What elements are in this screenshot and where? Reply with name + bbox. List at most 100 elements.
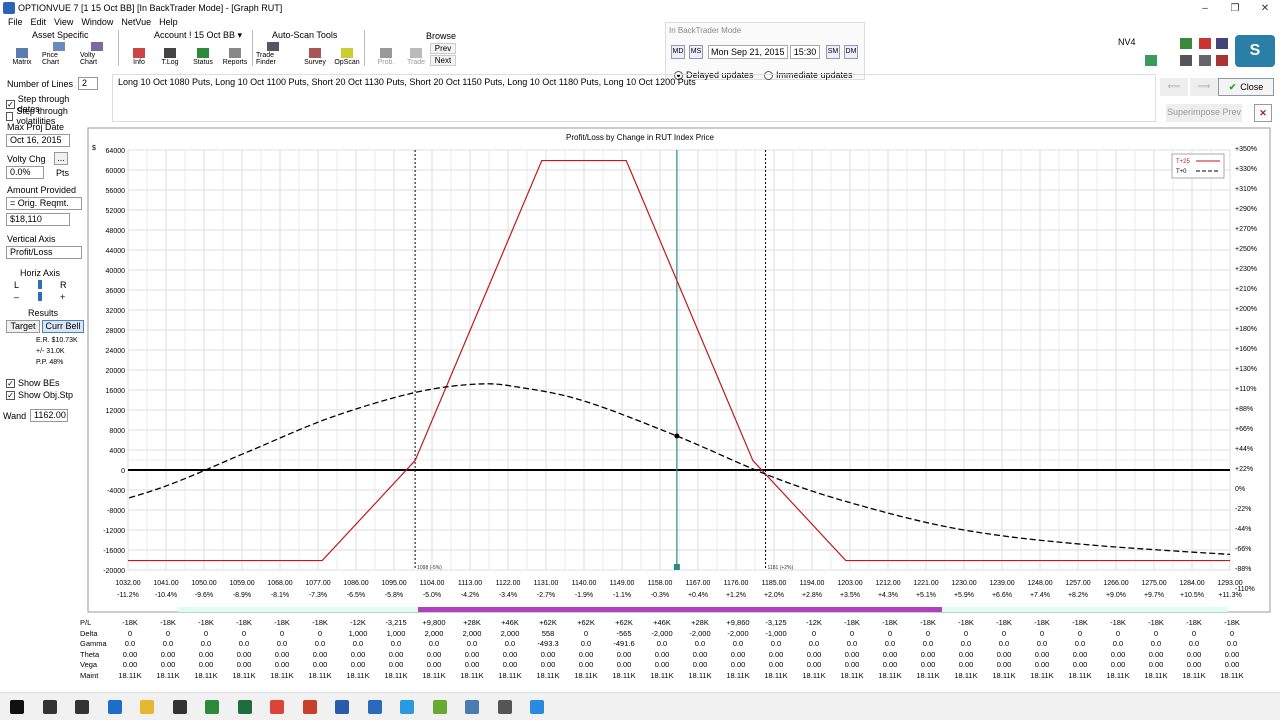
table-cell: +28K — [691, 618, 709, 627]
table-cell: 0.0 — [846, 639, 858, 648]
skype-icon[interactable] — [400, 700, 414, 714]
search-icon[interactable] — [42, 700, 57, 714]
table-cell: 18.11K — [802, 670, 826, 680]
x-tick-pct-label: -11.2% — [117, 592, 139, 599]
y-tick-label: 48000 — [106, 228, 126, 235]
table-cell: 18.11K — [650, 670, 674, 680]
x-tick-pct-label: -7.3% — [309, 592, 327, 599]
x-tick-label: 1122.00 — [496, 580, 521, 587]
table-cell: -12K — [806, 618, 822, 627]
x-tick-label: 1185.00 — [762, 580, 787, 587]
table-cell: 0.00 — [806, 660, 822, 669]
table-cell: -18K — [274, 618, 290, 627]
x-tick-label: 1176.00 — [724, 580, 749, 587]
chrome-icon[interactable] — [270, 700, 284, 714]
table-cell: -3,125 — [765, 618, 787, 627]
x-tick-label: 1041.00 — [153, 580, 178, 587]
table-cell: 0.0 — [884, 639, 896, 648]
table-cell: 0.00 — [426, 649, 442, 659]
y-tick-label-right: +330% — [1235, 166, 1257, 173]
table-row-label: Delta — [80, 628, 98, 638]
x-tick-pct-label: +2.8% — [802, 592, 822, 599]
explorer-icon[interactable] — [140, 700, 154, 714]
x-tick-pct-label: +5.9% — [954, 592, 974, 599]
table-row: Gamma 0.0 0.0 0.0 0.0 0.0 0.0 0.0 0.0 0.0 0.0 0.0 -4… — [80, 639, 1250, 649]
table-cell: 0.00 — [198, 649, 214, 659]
x-tick-label: 1239.00 — [989, 580, 1014, 587]
table-cell: 0 — [203, 628, 209, 638]
table-cell: 18.11K — [270, 670, 294, 680]
taskview-icon[interactable] — [75, 700, 89, 714]
table-cell: 0 — [925, 628, 931, 638]
y-tick-label-right: +230% — [1235, 266, 1257, 273]
edge-icon[interactable] — [107, 700, 122, 714]
table-cell: 0.0 — [162, 639, 174, 648]
table-cell: 0 — [1153, 628, 1159, 638]
table-cell: 18.11K — [612, 670, 636, 680]
x-tick-label: 1293.00 — [1217, 580, 1242, 587]
pl-chart[interactable]: 6400060000560005200048000440004000036000… — [0, 0, 1280, 720]
table-cell: 0.0 — [580, 639, 592, 648]
scrollbar-thumb[interactable] — [418, 607, 942, 612]
table-cell: 0 — [241, 628, 247, 638]
store-icon[interactable] — [172, 700, 187, 714]
table-cell: -18K — [882, 618, 898, 627]
x-tick-pct-label: -3.4% — [499, 592, 517, 599]
x-tick-label: 1086.00 — [343, 580, 368, 587]
table-cell: 0 — [317, 628, 323, 638]
y-axis-label: $ — [92, 145, 96, 152]
x-tick-pct-label: +9.0% — [1106, 592, 1126, 599]
snowflake-icon[interactable] — [530, 700, 544, 714]
x-tick-pct-label: -1.1% — [613, 592, 631, 599]
table-cell: 0.00 — [654, 660, 670, 669]
outlook-icon[interactable] — [367, 700, 382, 714]
table-cell: 0.00 — [236, 660, 252, 669]
x-tick-label: 1212.00 — [875, 580, 900, 587]
app2-icon[interactable] — [465, 700, 479, 714]
settings-icon[interactable] — [497, 700, 512, 714]
table-cell: 0.0 — [808, 639, 820, 648]
excel-green-icon[interactable] — [205, 700, 219, 714]
app-icon[interactable] — [432, 700, 447, 714]
y-tick-label: 64000 — [106, 148, 126, 155]
table-cell: 18.11K — [194, 670, 218, 680]
table-cell: -18K — [1110, 618, 1126, 627]
table-cell: 0.00 — [844, 660, 860, 669]
current-price-marker — [673, 564, 680, 570]
excel-icon[interactable] — [237, 700, 252, 714]
y-tick-label: 16000 — [106, 388, 126, 395]
table-cell: 0.0 — [314, 639, 326, 648]
powerpoint-icon[interactable] — [302, 700, 317, 714]
table-cell: 18.11K — [764, 670, 788, 680]
table-cell: +9,800 — [422, 618, 446, 627]
x-tick-label: 1140.00 — [572, 580, 597, 587]
x-tick-label: 1248.00 — [1027, 580, 1052, 587]
x-tick-pct-label: -8.9% — [233, 592, 251, 599]
y-tick-label-right: +180% — [1235, 326, 1257, 333]
table-cell: 18.11K — [1220, 670, 1244, 680]
x-tick-label: 1266.00 — [1103, 580, 1128, 587]
x-tick-pct-label: +7.4% — [1030, 592, 1050, 599]
table-cell: 0.00 — [920, 660, 936, 669]
table-cell: 0.0 — [124, 639, 136, 648]
table-cell: 0.00 — [160, 660, 176, 669]
table-cell: 18.11K — [688, 670, 712, 680]
table-cell: 0.00 — [692, 660, 708, 669]
x-tick-label: 1059.00 — [229, 580, 254, 587]
start-icon[interactable] — [10, 700, 24, 714]
table-cell: 18.11K — [346, 670, 370, 680]
table-cell: -18K — [844, 618, 860, 627]
word-icon[interactable] — [335, 700, 349, 714]
chart-scrollbar[interactable] — [178, 607, 1228, 612]
y-tick-label: 56000 — [106, 188, 126, 195]
table-cell: 0.00 — [312, 649, 328, 659]
table-cell: -18K — [958, 618, 974, 627]
table-cell: 0.0 — [1074, 639, 1086, 648]
table-cell: 2,000 — [500, 628, 520, 638]
y-tick-label-right: +130% — [1235, 366, 1257, 373]
x-tick-label: 1284.00 — [1179, 580, 1204, 587]
table-row: Theta 0.00 0.00 0.00 0.00 0.00 0.00 0.00 0.00 0.0… — [80, 650, 1250, 660]
table-cell: 0.00 — [996, 660, 1012, 669]
table-cell: -18K — [160, 618, 176, 627]
table-cell: 0.00 — [1110, 649, 1126, 659]
